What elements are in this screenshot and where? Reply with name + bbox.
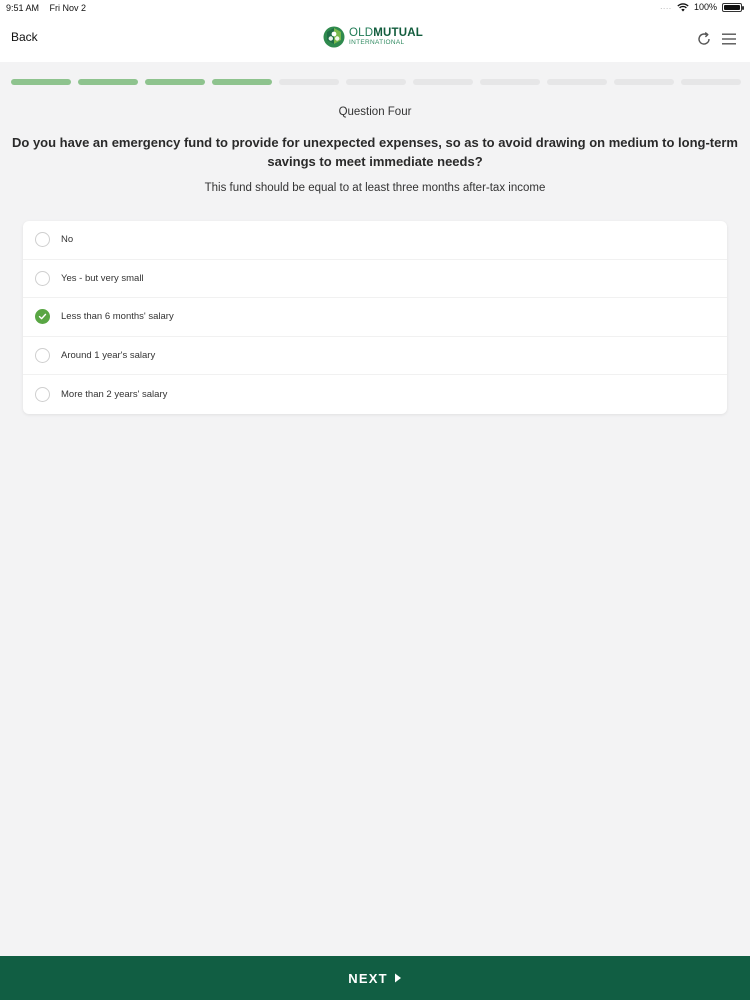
status-indicators: .... 100% [660,2,744,12]
question-hint: This fund should be equal to at least th… [204,182,546,194]
logo-mark-icon [323,26,345,48]
answer-option-label: Less than 6 months' salary [61,311,174,323]
progress-segment [413,79,473,85]
answer-option-label: No [61,234,74,246]
answer-option[interactable]: Yes - but very small [23,260,727,299]
answer-option[interactable]: More than 2 years' salary [23,375,727,414]
answer-option-label: Around 1 year's salary [61,350,156,362]
hamburger-menu-icon[interactable] [721,31,737,47]
logo-subtitle: INTERNATIONAL [349,39,405,46]
battery-percent: 100% [693,2,717,12]
progress-segment [681,79,741,85]
status-time-date: 9:51 AM Fri Nov 2 [6,3,86,13]
radio-checked-icon[interactable] [35,309,50,325]
progress-bar [11,79,741,86]
play-arrow-icon [394,973,401,983]
logo-word-old: OLD [349,26,374,39]
checkmark-icon [38,314,47,320]
logo-word-mutual: MUTUAL [373,26,423,39]
radio-unchecked-icon[interactable] [35,387,50,403]
nav-bar: Back OLDMUTUAL INTERNATIONAL [0,16,750,62]
question-number: Question Four [338,106,412,118]
progress-segment [547,79,607,85]
next-button[interactable]: NEXT [0,956,750,1000]
progress-segment [145,79,205,85]
battery-icon [722,2,744,12]
progress-segment [212,79,272,85]
progress-segment [78,79,138,85]
wifi-icon [677,2,689,11]
answer-option[interactable]: Around 1 year's salary [23,337,727,376]
status-bar: 9:51 AM Fri Nov 2 .... 100% [0,0,750,16]
refresh-icon[interactable] [696,31,712,47]
radio-unchecked-icon[interactable] [35,348,50,364]
answer-option[interactable]: No [23,221,727,260]
answer-option-label: Yes - but very small [61,272,144,284]
signal-dots: .... [660,3,672,11]
progress-segment [614,79,674,85]
radio-unchecked-icon[interactable] [35,232,50,248]
next-button-label: NEXT [348,970,388,986]
question-text: Do you have an emergency fund to provide… [12,135,738,169]
progress-segment [279,79,339,85]
status-date: Fri Nov 2 [49,3,87,13]
progress-segment [346,79,406,85]
answer-options-list: No Yes - but very small Less than 6 months… [23,221,727,414]
radio-unchecked-icon[interactable] [35,270,50,286]
old-mutual-logo: OLDMUTUAL INTERNATIONAL [323,26,423,48]
status-time: 9:51 AM [6,3,40,13]
answer-option[interactable]: Less than 6 months' salary [23,298,727,337]
answer-option-label: More than 2 years' salary [61,389,168,401]
progress-segment [480,79,540,85]
back-button[interactable]: Back [11,30,38,44]
progress-segment [11,79,71,85]
